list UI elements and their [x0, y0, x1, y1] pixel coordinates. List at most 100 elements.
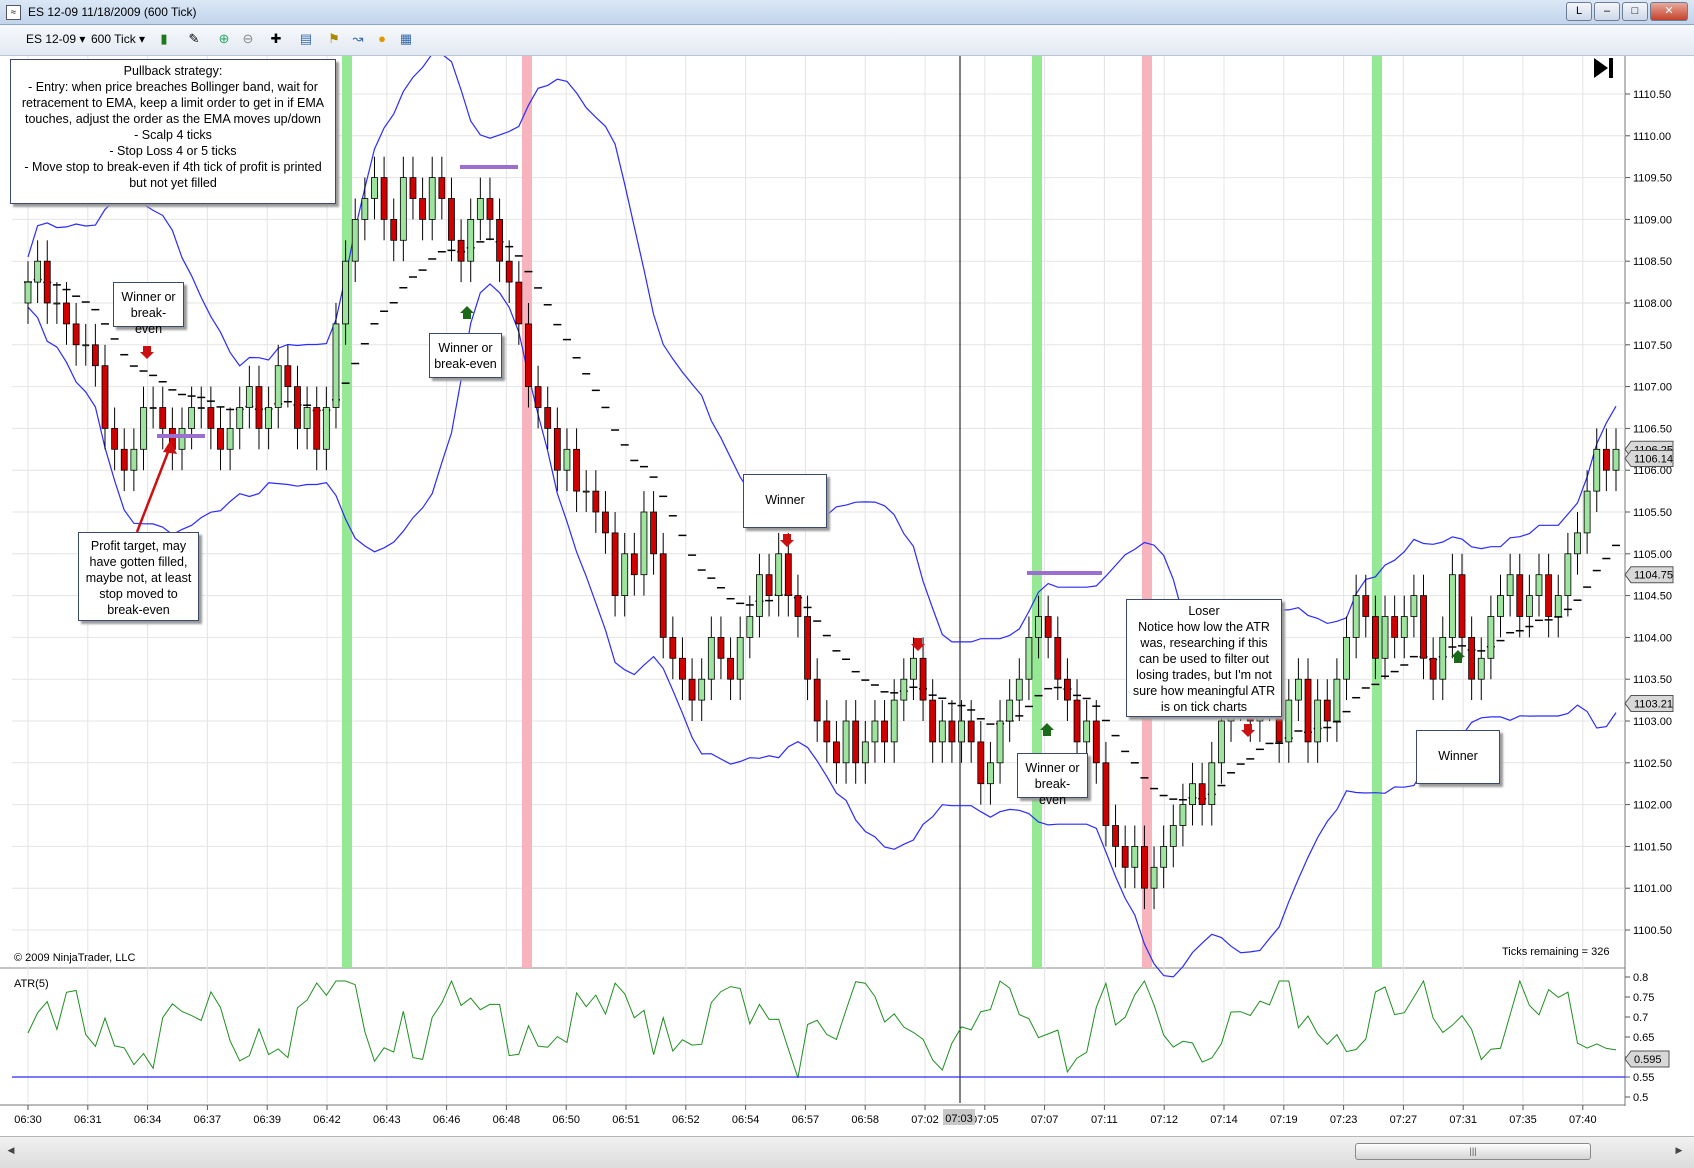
candle-up — [53, 302, 61, 305]
crosshair-time-label: 07:03 — [945, 1113, 973, 1125]
horizontal-scrollbar[interactable]: ◀ ||| ▶ — [0, 1136, 1694, 1168]
candle-down — [553, 427, 561, 471]
note-line: can be used to filter out — [1139, 652, 1269, 666]
time-tick-label: 07:40 — [1569, 1114, 1597, 1126]
candle-down — [573, 448, 580, 492]
time-tick-label: 06:57 — [792, 1114, 820, 1126]
candle-down — [111, 427, 119, 450]
note-line: Profit target, may — [90, 539, 187, 553]
price-tick-label: 1103.50 — [1633, 674, 1672, 686]
candle-down — [448, 198, 455, 241]
title-bar: ≈ ES 12-09 11/18/2009 (600 Tick) L – □ ✕ — [0, 0, 1694, 25]
zoom-in-icon[interactable]: ⊕ — [216, 31, 232, 47]
candle-up — [1574, 532, 1581, 555]
candle-up — [1218, 720, 1225, 764]
note-line: Loser — [1188, 604, 1220, 618]
price-marker-label: 1104.75 — [1634, 570, 1673, 582]
candle-up — [707, 637, 715, 680]
strategies-icon[interactable]: ⚑ — [326, 31, 342, 47]
candle-up — [756, 574, 763, 617]
candle-down — [1468, 637, 1476, 680]
time-tick-label: 06:48 — [493, 1114, 521, 1126]
candle-down — [1121, 846, 1129, 868]
candle-up — [640, 511, 648, 576]
note-line: but not yet filled — [129, 176, 217, 190]
candle-down — [1323, 699, 1331, 722]
candle-down — [1304, 678, 1312, 743]
candle-down — [496, 218, 503, 262]
candle-up — [24, 281, 32, 304]
candle-down — [43, 260, 51, 304]
candle-up — [236, 407, 244, 429]
candle-up — [842, 720, 850, 764]
price-tick-label: 1109.50 — [1633, 173, 1672, 185]
candle-down — [1044, 616, 1052, 638]
candle-up — [332, 323, 340, 408]
candle-down — [515, 281, 523, 325]
candle-up — [245, 386, 253, 408]
candle-up — [736, 637, 744, 680]
zoom-out-icon[interactable]: ⊖ — [240, 31, 256, 47]
note-line: break-even — [107, 603, 170, 617]
annotation-loser: Loser Notice how low the ATR was, resear… — [1126, 599, 1282, 717]
price-tick-label: 1101.50 — [1633, 841, 1672, 853]
note-line: Winner or — [438, 341, 493, 355]
candle-up — [910, 657, 917, 680]
crosshair-icon[interactable]: ✚ — [268, 31, 284, 47]
candle-down — [1458, 574, 1466, 638]
indicators-icon[interactable]: ↝ — [350, 31, 366, 47]
draw-tool-icon[interactable]: ✎ — [186, 31, 202, 47]
price-marker-label: 1103.21 — [1634, 698, 1673, 710]
candle-up — [1208, 762, 1216, 805]
candle-down — [804, 616, 811, 680]
minimize-button[interactable]: – — [1594, 2, 1620, 21]
candle-down — [650, 511, 657, 555]
candle-down — [929, 699, 937, 743]
price-tick-label: 1109.00 — [1633, 214, 1672, 226]
instrument-selector[interactable]: ES 12-09 ▾ — [26, 32, 85, 46]
candle-up — [938, 720, 946, 743]
chart-area[interactable]: 1110.50 1110.00 1109.50 1109.00 1108.50 1108.… — [0, 56, 1694, 1136]
interval-selector[interactable]: 600 Tick ▾ — [91, 32, 145, 46]
candle-down — [1073, 699, 1081, 743]
annotation-profit-target: Profit target, may have gotten filled, m… — [78, 532, 199, 621]
properties-icon[interactable]: ▤ — [298, 31, 314, 47]
candle-down — [919, 657, 927, 701]
atr-marker-label: 0.595 — [1634, 1054, 1662, 1066]
copyright-label: © 2009 NinjaTrader, LLC — [14, 952, 136, 964]
data-box-icon[interactable]: ▦ — [398, 31, 414, 47]
candle-up — [1352, 595, 1360, 638]
note-line: Notice how low the ATR — [1138, 620, 1270, 634]
candle-down — [602, 511, 609, 534]
note-line: - Entry: when price breaches Bollinger b… — [28, 80, 318, 94]
candle-up — [861, 741, 869, 764]
candle-up — [371, 177, 378, 199]
candle-down — [765, 574, 773, 597]
scroll-left-icon[interactable]: ◀ — [4, 1143, 18, 1158]
close-button[interactable]: ✕ — [1650, 2, 1688, 21]
scrollbar-thumb[interactable]: ||| — [1355, 1143, 1591, 1160]
price-tick-label: 1102.50 — [1633, 758, 1672, 770]
time-tick-label: 06:54 — [732, 1114, 760, 1126]
time-tick-label: 07:07 — [1031, 1114, 1059, 1126]
candle-down — [784, 553, 792, 596]
candle-up — [1189, 783, 1196, 806]
bar-type-icon[interactable]: ▮ — [156, 31, 172, 47]
note-line: have gotten filled, — [89, 555, 188, 569]
go-to-end-icon — [1609, 58, 1613, 78]
candle-up — [1477, 657, 1485, 680]
candle-up — [188, 407, 196, 429]
price-tick-label: 1107.50 — [1633, 340, 1672, 352]
link-button[interactable]: L — [1566, 2, 1592, 21]
candle-down — [611, 532, 619, 596]
chart-trader-icon[interactable]: ● — [374, 31, 390, 47]
candle-up — [428, 177, 436, 220]
time-tick-label: 07:11 — [1091, 1114, 1118, 1126]
note-line: Pullback strategy: — [123, 64, 223, 78]
candle-up — [1525, 595, 1533, 617]
maximize-button[interactable]: □ — [1622, 2, 1648, 21]
candle-up — [476, 198, 484, 220]
note-line: Winner or — [1025, 761, 1080, 775]
time-tick-label: 07:19 — [1270, 1114, 1298, 1126]
scroll-right-icon[interactable]: ▶ — [1672, 1143, 1686, 1158]
